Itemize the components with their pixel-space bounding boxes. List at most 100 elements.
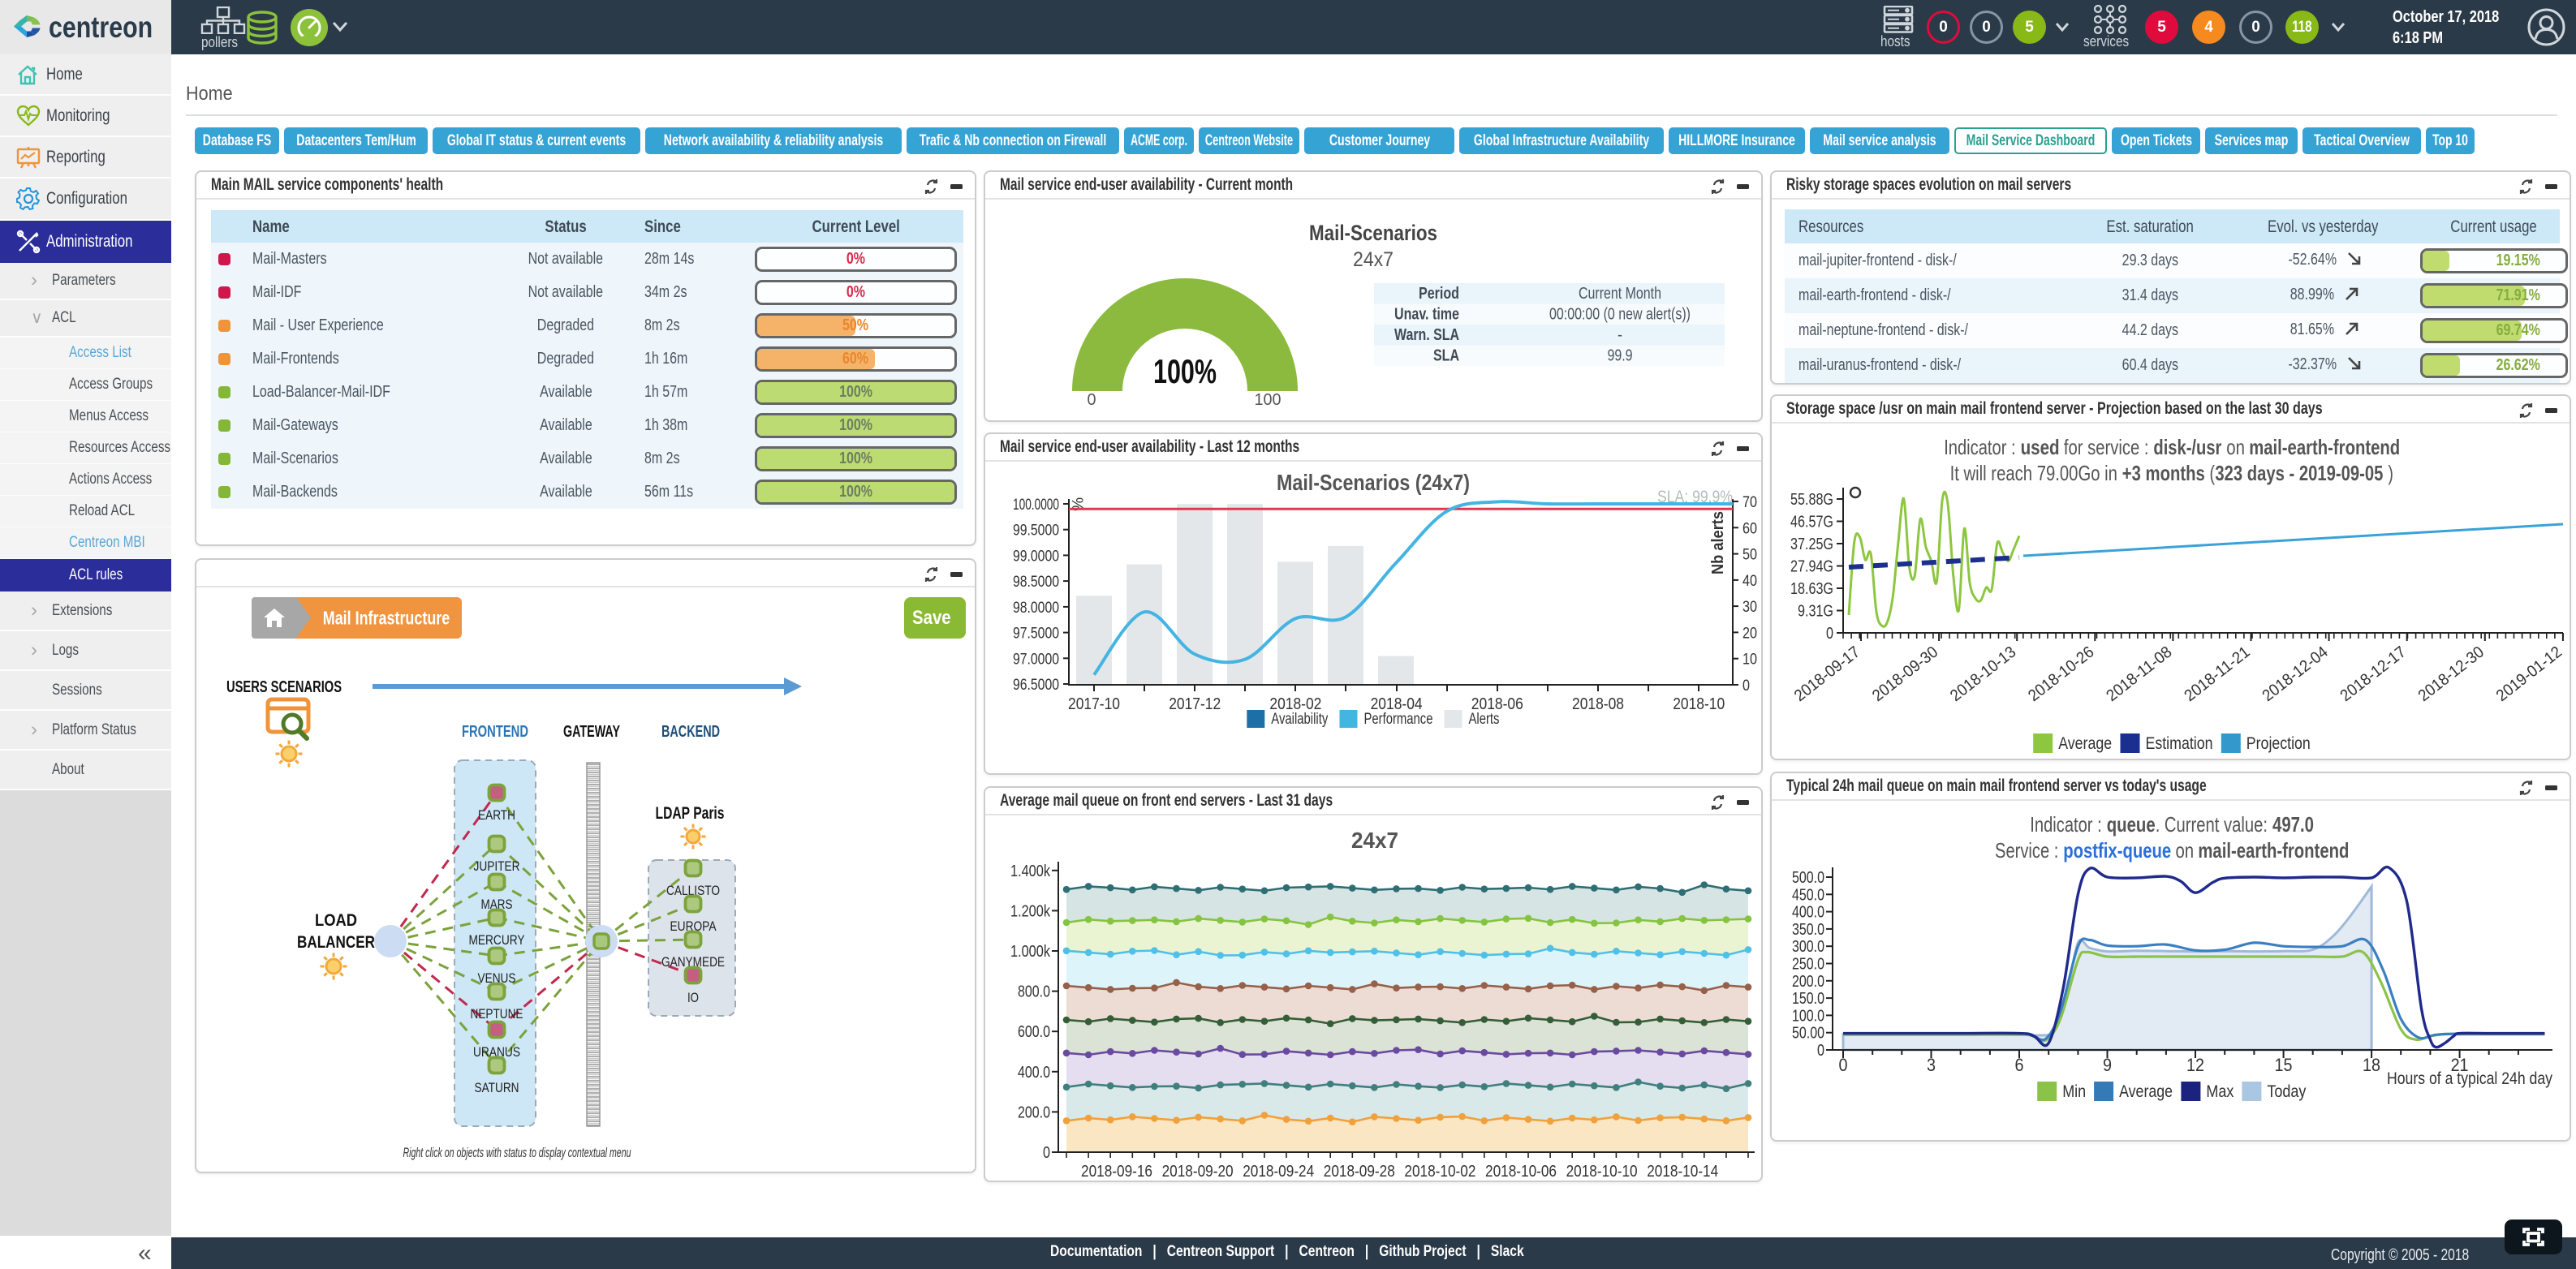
svg-text:Unav. time: Unav. time (1394, 306, 1459, 324)
svg-text:10: 10 (1742, 652, 1757, 669)
svg-text:400.0: 400.0 (1792, 904, 1824, 922)
svg-text:2018-10-10: 2018-10-10 (1566, 1163, 1638, 1181)
svg-text:2018-10: 2018-10 (1673, 695, 1725, 713)
svg-text:2018-10-13: 2018-10-13 (1947, 643, 2019, 705)
svg-text:2018-12-30: 2018-12-30 (2415, 643, 2488, 705)
svg-text:MERCURY: MERCURY (469, 932, 525, 948)
svg-text:0: 0 (1043, 1144, 1050, 1162)
svg-text:Hours of a typical 24h day: Hours of a typical 24h day (2387, 1069, 2552, 1088)
svg-text:2018-12-17: 2018-12-17 (2337, 643, 2410, 705)
svg-text:500.0: 500.0 (1792, 869, 1824, 887)
svg-text:-: - (1618, 326, 1622, 344)
svg-text:27.94G: 27.94G (1790, 558, 1833, 576)
svg-text:Mail-Scenarios (24x7): Mail-Scenarios (24x7) (1277, 470, 1470, 495)
svg-text:200.0: 200.0 (1792, 973, 1824, 991)
svg-text:IO: IO (687, 990, 699, 1005)
svg-text:600.0: 600.0 (1018, 1023, 1050, 1041)
svg-text:0: 0 (1817, 1042, 1824, 1060)
svg-text:on: on (2171, 838, 2199, 862)
svg-text:2018-08: 2018-08 (1572, 695, 1624, 713)
svg-text:0: 0 (1839, 1055, 1848, 1075)
svg-text:100: 100 (1255, 391, 1282, 409)
svg-text:1.200k: 1.200k (1010, 902, 1051, 920)
svg-text:Period: Period (1419, 285, 1459, 303)
svg-text:12: 12 (2186, 1055, 2204, 1075)
svg-text:Projection: Projection (2246, 734, 2311, 753)
svg-text:2018-10-26: 2018-10-26 (2025, 643, 2097, 705)
svg-text:100%: 100% (1153, 352, 1217, 390)
svg-text:Today: Today (2267, 1082, 2306, 1101)
svg-text:323 days - 2019-09-05: 323 days - 2019-09-05 (2215, 461, 2383, 485)
svg-text:2018-11-21: 2018-11-21 (2181, 643, 2253, 705)
svg-text:200.0: 200.0 (1018, 1103, 1050, 1121)
svg-text:postfix-queue: postfix-queue (2063, 838, 2171, 862)
svg-text:2018-10-02: 2018-10-02 (1404, 1163, 1475, 1181)
svg-text:40: 40 (1742, 573, 1757, 590)
svg-text:2018-09-17: 2018-09-17 (1791, 643, 1863, 705)
svg-text:. Current value:: . Current value: (2156, 812, 2272, 837)
svg-text:2018-12-04: 2018-12-04 (2259, 643, 2331, 705)
svg-text:350.0: 350.0 (1792, 921, 1824, 939)
svg-text:37.25G: 37.25G (1790, 536, 1833, 553)
svg-text:6: 6 (2015, 1055, 2024, 1075)
svg-text:2017-12: 2017-12 (1169, 695, 1221, 713)
svg-text:Right click on objects with st: Right click on objects with status to di… (403, 1145, 631, 1160)
svg-text:2019-01-12: 2019-01-12 (2493, 643, 2565, 705)
svg-text:100.0000: 100.0000 (1013, 497, 1059, 514)
svg-text:50: 50 (1742, 547, 1757, 564)
svg-text:55.88G: 55.88G (1790, 491, 1833, 509)
svg-text:00:00:00 (0 new alert(s)): 00:00:00 (0 new alert(s)) (1549, 306, 1691, 324)
svg-text:400.0: 400.0 (1018, 1064, 1050, 1082)
svg-text:Alerts: Alerts (1469, 711, 1500, 728)
svg-text:Estimation: Estimation (2146, 734, 2213, 753)
svg-text:Average: Average (2119, 1082, 2173, 1101)
svg-text:3: 3 (1927, 1055, 1936, 1075)
svg-text:0: 0 (1826, 625, 1833, 643)
svg-text:Indicator :: Indicator : (1944, 435, 2020, 459)
svg-text:18: 18 (2363, 1055, 2380, 1075)
svg-text:98.5000: 98.5000 (1013, 574, 1059, 591)
svg-text:GATEWAY: GATEWAY (563, 723, 620, 741)
svg-text:70: 70 (1742, 494, 1757, 511)
svg-text:9: 9 (2103, 1055, 2112, 1075)
svg-text:Performance: Performance (1364, 711, 1433, 728)
svg-text:Indicator :: Indicator : (2030, 812, 2106, 837)
svg-text:99.0000: 99.0000 (1013, 548, 1059, 565)
svg-text:FRONTEND: FRONTEND (462, 723, 528, 741)
svg-text:SLA: SLA (1433, 347, 1459, 365)
svg-text:2018-09-16: 2018-09-16 (1081, 1163, 1152, 1181)
svg-text:2018-09-30: 2018-09-30 (1869, 643, 1941, 705)
svg-text:USERS SCENARIOS: USERS SCENARIOS (226, 678, 342, 696)
svg-text:(: ( (2205, 461, 2215, 485)
svg-text:mail-earth-frontend: mail-earth-frontend (2198, 838, 2349, 862)
svg-text:Min: Min (2062, 1082, 2086, 1101)
svg-text:96.5000: 96.5000 (1013, 677, 1059, 694)
svg-text:LDAP Paris: LDAP Paris (656, 804, 725, 823)
svg-text:EARTH: EARTH (478, 807, 515, 823)
svg-text:46.57G: 46.57G (1790, 513, 1833, 531)
svg-text:2018-10-06: 2018-10-06 (1485, 1163, 1557, 1181)
svg-text:SATURN: SATURN (475, 1080, 519, 1095)
svg-text:60: 60 (1742, 520, 1757, 537)
svg-text:2018-11-08: 2018-11-08 (2103, 643, 2175, 705)
svg-text:2017-10: 2017-10 (1068, 695, 1120, 713)
svg-text:Current Month: Current Month (1579, 285, 1661, 303)
svg-text:+3 months: +3 months (2122, 461, 2205, 485)
svg-text:24x7: 24x7 (1353, 248, 1394, 271)
svg-text:Max: Max (2206, 1082, 2234, 1101)
svg-text:18.63G: 18.63G (1790, 580, 1833, 598)
svg-text:99.5000: 99.5000 (1013, 523, 1059, 540)
svg-text:1.400k: 1.400k (1010, 862, 1051, 880)
svg-text:Warn. SLA: Warn. SLA (1394, 326, 1459, 344)
svg-text:300.0: 300.0 (1792, 938, 1824, 956)
svg-text:15: 15 (2275, 1055, 2293, 1075)
svg-text:It will reach 79.00Go in: It will reach 79.00Go in (1950, 461, 2122, 485)
svg-text:on: on (2222, 435, 2250, 459)
svg-text:800.0: 800.0 (1018, 983, 1050, 1001)
svg-text:NEPTUNE: NEPTUNE (471, 1006, 523, 1022)
svg-text:queue: queue (2107, 812, 2156, 837)
svg-text:30: 30 (1742, 599, 1757, 616)
svg-text:JUPITER: JUPITER (474, 858, 520, 874)
svg-text:mail-earth-frontend: mail-earth-frontend (2249, 435, 2400, 459)
svg-text:2018-09-28: 2018-09-28 (1324, 1163, 1395, 1181)
